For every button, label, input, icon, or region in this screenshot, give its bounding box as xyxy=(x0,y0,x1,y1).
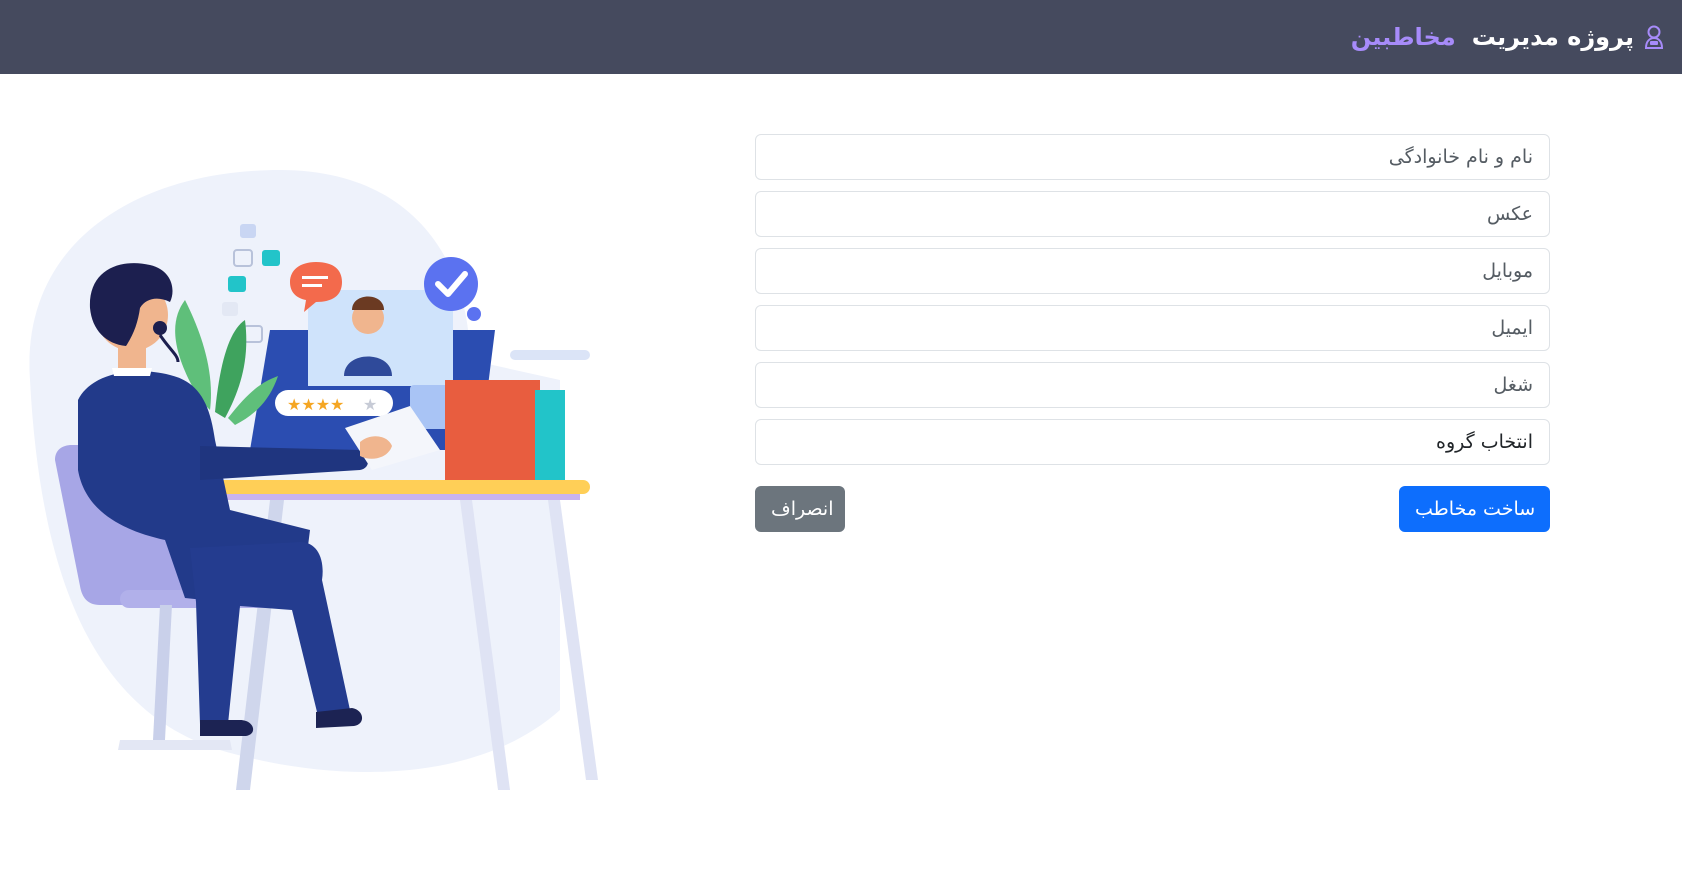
group-select-value: انتخاب گروه xyxy=(1436,431,1533,453)
cancel-button[interactable]: انصراف xyxy=(755,486,845,532)
group-select[interactable]: انتخاب گروه xyxy=(755,419,1550,465)
mobile-input[interactable] xyxy=(755,248,1550,294)
email-input[interactable] xyxy=(755,305,1550,351)
fullname-input[interactable] xyxy=(755,134,1550,180)
user-id-icon xyxy=(1642,23,1664,51)
svg-text:★★★★: ★★★★ xyxy=(287,395,344,414)
job-input[interactable] xyxy=(755,362,1550,408)
contact-form: انتخاب گروه xyxy=(755,134,1550,476)
brand[interactable]: پروژه مدیریت مخاطبین xyxy=(1351,0,1664,74)
brand-title: پروژه مدیریت xyxy=(1471,23,1634,51)
illustration: ★★★★ ★ xyxy=(29,170,598,790)
svg-text:★: ★ xyxy=(363,395,377,414)
create-contact-button[interactable]: ساخت مخاطب xyxy=(1399,486,1550,532)
brand-title-accent: مخاطبین xyxy=(1350,23,1456,51)
navbar: پروژه مدیریت مخاطبین xyxy=(0,0,1682,74)
photo-input[interactable] xyxy=(755,191,1550,237)
